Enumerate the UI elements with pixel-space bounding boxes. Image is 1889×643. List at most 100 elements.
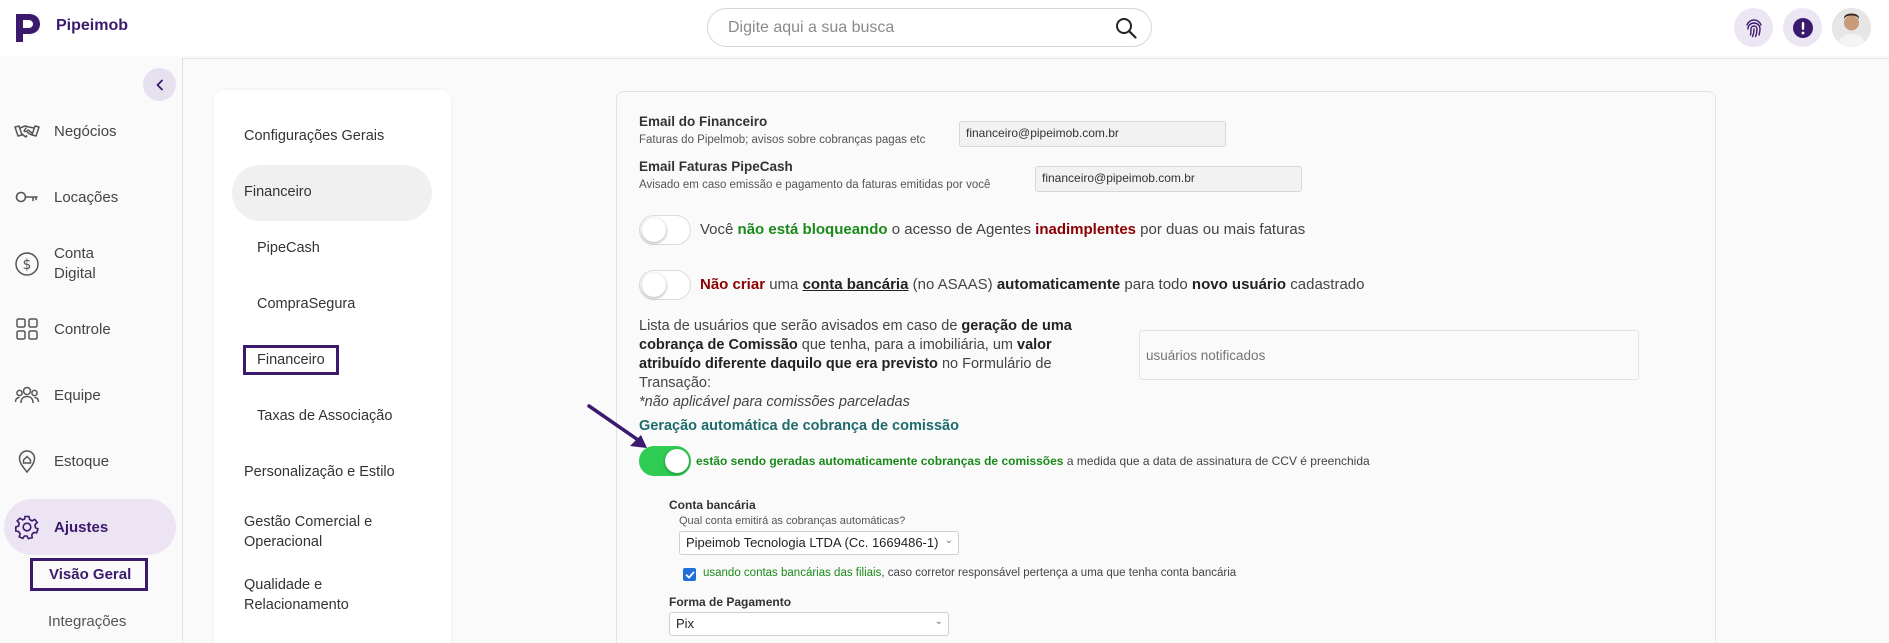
chevron-left-icon — [156, 79, 163, 90]
text-part: Você — [700, 221, 738, 238]
conta-bancaria-label: Conta bancária — [669, 498, 756, 512]
email-financeiro-hint: Faturas do Pipelmob; avisos sobre cobran… — [639, 134, 926, 146]
sidebar-item-conta-digital[interactable]: $ Conta Digital — [4, 244, 176, 284]
settings-menu-personalizacao[interactable]: Personalização e Estilo — [244, 462, 395, 482]
chevron-down-icon: ⌄ — [934, 616, 943, 627]
text-part: automaticamente — [996, 276, 1121, 293]
text-part: estão sendo geradas automaticamente cobr… — [696, 454, 1064, 468]
sidebar-item-ajustes[interactable]: Ajustes — [4, 499, 176, 555]
text-part: usando contas bancárias das filiais — [703, 567, 882, 579]
text-part: por duas ou mais faturas — [1136, 221, 1306, 238]
top-bar: Pipeimob — [0, 0, 1889, 56]
email-faturas-field[interactable]: financeiro@pipeimob.com.br — [1035, 166, 1302, 192]
handshake-icon — [14, 125, 40, 138]
sidebar-item-label: Locações — [54, 188, 119, 206]
sidebar-item-label: Controle — [54, 320, 111, 338]
lista-usuarios-description: Lista de usuários que serão avisados em … — [639, 317, 1084, 412]
geracao-section-title: Geração automática de cobrança de comiss… — [639, 418, 959, 434]
user-photo-icon — [1832, 8, 1871, 47]
brand-name: Pipeimob — [56, 17, 129, 34]
dollar-coin-icon: $ — [15, 252, 39, 276]
sidebar-item-controle[interactable]: Controle — [4, 316, 176, 342]
text-part: cadastrado — [1286, 276, 1365, 293]
conta-bancaria-description: Não criar uma conta bancária (no ASAAS) … — [700, 276, 1364, 293]
annotation-arrow-icon — [587, 404, 647, 448]
conta-bancaria-hint: Qual conta emitirá as cobranças automáti… — [679, 515, 906, 527]
email-financeiro-label: Email do Financeiro — [639, 114, 768, 129]
collapse-sidebar-button[interactable] — [143, 68, 176, 101]
pipeimob-logo-icon[interactable] — [12, 12, 42, 44]
geracao-description: estão sendo geradas automaticamente cobr… — [696, 454, 1370, 468]
settings-menu-financeiro[interactable]: Financeiro — [244, 182, 312, 202]
search-bar[interactable] — [707, 8, 1152, 47]
team-icon — [14, 386, 40, 404]
dashboard-grid-icon — [16, 318, 38, 340]
content-top-border — [182, 58, 1889, 59]
text-part: a medida que a data de assinatura de CCV… — [1063, 454, 1370, 468]
conta-bancaria-select[interactable]: Pipeimob Tecnologia LTDA (Cc. 1669486-1)… — [679, 531, 959, 555]
conta-bancaria-toggle[interactable] — [639, 270, 691, 300]
email-faturas-hint: Avisado em caso emissão e pagamento da f… — [639, 179, 991, 191]
sidebar-subitem-integracoes[interactable]: Integrações — [48, 613, 126, 630]
sidebar-item-estoque[interactable]: Estoque — [4, 448, 176, 474]
key-icon — [15, 191, 38, 203]
selected-value: Pipeimob Tecnologia LTDA (Cc. 1669486-1) — [686, 535, 939, 550]
email-faturas-label: Email Faturas PipeCash — [639, 159, 793, 174]
selected-value: Pix — [676, 616, 695, 631]
filiais-checkbox[interactable] — [683, 568, 696, 581]
alert-button[interactable] — [1783, 8, 1822, 47]
sidebar-subitem-visao-geral[interactable]: Visão Geral — [30, 558, 149, 591]
sidebar-item-locacoes[interactable]: Locações — [4, 184, 176, 210]
settings-menu-gestao-comercial[interactable]: Gestão Comercial e Operacional — [244, 512, 394, 552]
text-part: para todo — [1120, 276, 1192, 293]
fingerprint-button[interactable] — [1734, 8, 1773, 47]
svg-text:$: $ — [23, 257, 32, 273]
sidebar-item-label: Equipe — [54, 386, 101, 404]
sidebar-item-negocios[interactable]: Negócios — [4, 118, 176, 144]
text-part: inadimplentes — [1035, 221, 1137, 238]
sidebar-item-label: Ajustes — [54, 518, 109, 536]
forma-pagamento-select[interactable]: Pix ⌄ — [669, 612, 949, 636]
sidebar-item-label: Negócios — [54, 122, 117, 140]
bloqueio-toggle[interactable] — [639, 215, 691, 245]
email-financeiro-field[interactable]: financeiro@pipeimob.com.br — [959, 121, 1226, 147]
geracao-automatica-toggle[interactable] — [639, 446, 691, 476]
text-part: (no ASAAS) — [908, 276, 997, 293]
toggle-knob — [665, 449, 689, 473]
text-part: conta bancária — [802, 276, 909, 293]
sidebar-item-equipe[interactable]: Equipe — [4, 382, 176, 408]
filiais-description: usando contas bancárias das filiais, cas… — [703, 567, 1236, 579]
text-part: novo usuário — [1191, 276, 1287, 293]
settings-menu-configuracoes-gerais[interactable]: Configurações Gerais — [244, 126, 384, 146]
toggle-knob — [642, 218, 666, 242]
text-part: que tenha, para a imobiliária, um — [797, 337, 1017, 353]
settings-menu-pipecash[interactable]: PipeCash — [257, 238, 320, 258]
settings-menu-qualidade[interactable]: Qualidade e Relacionamento — [244, 575, 364, 615]
sidebar-item-label: Conta Digital — [54, 245, 96, 282]
checkmark-icon — [685, 571, 694, 578]
location-pin-icon — [18, 450, 36, 474]
bloqueio-description: Você não está bloqueando o acesso de Age… — [700, 221, 1305, 238]
settings-menu-taxas-associacao[interactable]: Taxas de Associação — [257, 406, 392, 426]
search-icon[interactable] — [1115, 17, 1137, 39]
text-part: Não criar — [700, 276, 766, 293]
settings-menu-financeiro-sub[interactable]: Financeiro — [257, 350, 325, 370]
text-part: Lista de usuários que serão avisados em … — [639, 318, 962, 334]
user-avatar[interactable] — [1832, 8, 1871, 47]
sidebar-item-label: Estoque — [54, 452, 110, 470]
usuarios-notificados-input[interactable] — [1139, 330, 1639, 380]
search-input[interactable] — [728, 17, 1088, 39]
text-part: uma — [765, 276, 803, 293]
fingerprint-icon — [1745, 18, 1762, 37]
sidebar-divider — [182, 58, 183, 643]
text-part: , caso corretor responsável pertença a u… — [881, 567, 1237, 579]
forma-pagamento-label: Forma de Pagamento — [669, 595, 792, 609]
chevron-down-icon: ⌄ — [944, 535, 953, 546]
text-part: não está bloqueando — [737, 221, 888, 238]
text-part: o acesso de Agentes — [887, 221, 1036, 238]
toggle-knob — [642, 273, 666, 297]
text-part: *não aplicável para comissões parceladas — [639, 394, 910, 410]
gear-icon — [15, 515, 39, 540]
settings-menu-comprasegura[interactable]: CompraSegura — [257, 294, 355, 314]
alert-icon — [1792, 17, 1813, 38]
